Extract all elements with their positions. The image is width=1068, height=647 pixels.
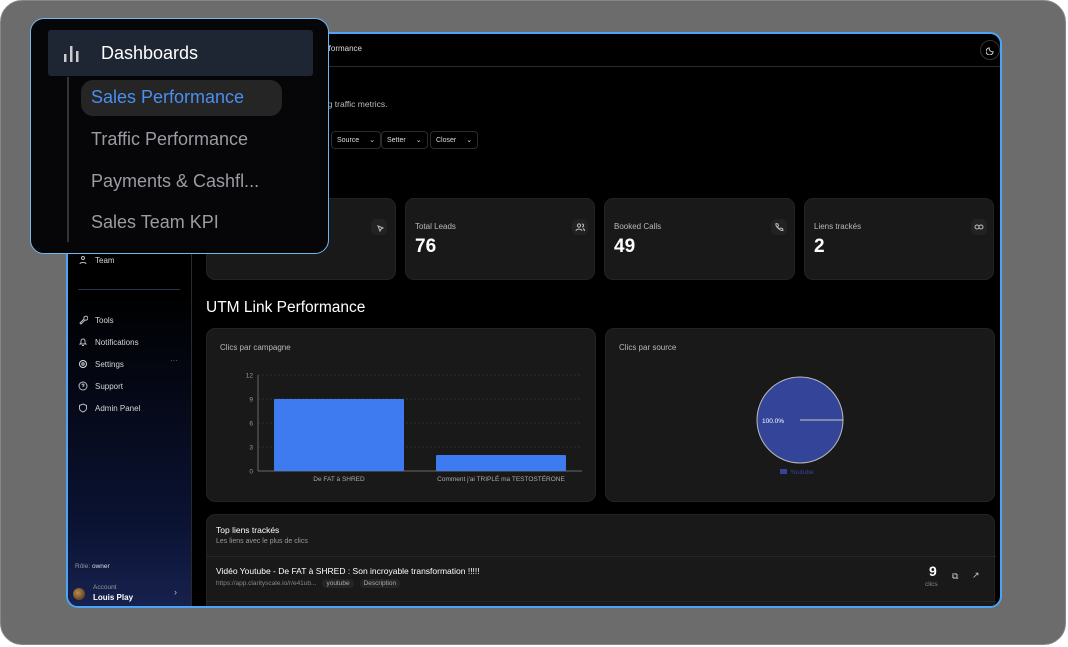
menu-item-traffic-performance[interactable]: Traffic Performance (91, 129, 248, 150)
avatar (73, 588, 85, 600)
y-tick-label: 12 (246, 373, 254, 380)
stat-label: Total Leads (415, 222, 456, 231)
sidebar-item-label: Admin Panel (95, 403, 141, 413)
divider (207, 601, 996, 602)
dashboards-header[interactable]: Dashboards (48, 30, 313, 76)
x-tick-label: De FAT à SHRED (313, 476, 365, 483)
moon-icon (985, 46, 994, 55)
tree-line (67, 77, 69, 242)
stat-card-total-leads: Total Leads 76 (405, 198, 595, 280)
sidebar-item-team[interactable]: Team (78, 255, 115, 265)
sidebar-item-tools[interactable]: Tools (78, 315, 114, 325)
dashboards-popup-menu: Dashboards Sales Performance Traffic Per… (30, 18, 329, 254)
menu-item-payments-cashflow[interactable]: Payments & Cashfl... (91, 171, 259, 192)
filter-source[interactable]: Source ⌄ (331, 131, 382, 149)
sidebar-item-settings[interactable]: Settings (78, 359, 124, 369)
sidebar-item-label: Tools (95, 315, 114, 325)
cursor-click-icon (371, 219, 387, 235)
section-title: UTM Link Performance (206, 299, 366, 316)
link-title: Vidéo Youtube - De FAT à SHRED : Son inc… (216, 566, 480, 576)
users-icon (572, 219, 588, 235)
bar-chart-icon (64, 46, 79, 62)
list-item[interactable]: Vidéo Youtube - De FAT à SHRED : Son inc… (207, 557, 996, 601)
role-label: Rôle: owner (75, 563, 110, 570)
link-icon (971, 219, 987, 235)
chart-card-campagne: Clics par campagne 0 3 6 9 12 De FAT à SHRED C… (206, 328, 596, 502)
bar (436, 455, 566, 471)
top-links-card: Top liens trackés Les liens avec le plus… (206, 514, 996, 606)
y-tick-label: 9 (249, 397, 253, 404)
dashboards-label: Dashboards (101, 43, 199, 63)
top-links-title: Top liens trackés (216, 525, 280, 535)
wrench-icon (79, 315, 88, 325)
stat-label: Liens trackés (814, 222, 862, 231)
role-value: owner (92, 563, 110, 570)
account-label: Account (93, 584, 117, 591)
gear-icon (79, 360, 87, 368)
stat-card-booked-calls: Booked Calls 49 (604, 198, 795, 280)
account-button[interactable]: Account Louis Play › (68, 579, 192, 606)
chevron-down-icon: ⌄ (466, 137, 473, 144)
chevron-down-icon: ⌄ (415, 137, 422, 144)
legend-label: Youtube (790, 469, 814, 476)
copy-icon[interactable]: ⧉ (952, 571, 958, 582)
link-url: https://app.clarityscale.io/r/e41ub... (216, 580, 317, 587)
slice-label: 100.0% (762, 418, 784, 425)
sidebar-item-label: Team (95, 255, 115, 265)
shield-icon (79, 403, 87, 413)
help-icon (78, 381, 88, 391)
stat-card-liens-trackes: Liens trackés 2 (804, 198, 994, 280)
menu-item-label: Sales Performance (91, 87, 245, 107)
stat-label: Booked Calls (614, 222, 662, 231)
chevron-down-icon: ⌄ (369, 137, 376, 144)
sidebar-item-admin-panel[interactable]: Admin Panel (78, 403, 140, 413)
bar (274, 399, 404, 471)
stat-value: 76 (415, 236, 437, 257)
sidebar-item-support[interactable]: Support (78, 381, 123, 391)
settings-more-icon[interactable]: ··· (170, 356, 178, 365)
y-tick-label: 0 (249, 469, 253, 476)
external-link-icon[interactable]: ↗ (972, 570, 980, 581)
tag: youtube (322, 579, 354, 588)
theme-toggle-button[interactable] (980, 40, 1000, 60)
stat-value: 49 (614, 236, 636, 257)
filter-closer[interactable]: Closer ⌄ (430, 131, 479, 149)
sidebar-divider (78, 289, 180, 290)
sidebar-item-notifications[interactable]: Notifications (78, 337, 139, 347)
top-links-subtitle: Les liens avec le plus de clics (216, 538, 308, 545)
bar-chart: 0 3 6 9 12 De FAT à SHRED Comment j'ai TRIPLÉ … (246, 373, 582, 483)
y-tick-label: 6 (249, 421, 253, 428)
stat-value: 2 (814, 236, 825, 257)
x-tick-label: Comment j'ai TRIPLÉ ma TESTOSTÉRONE (437, 474, 565, 483)
team-icon (79, 256, 87, 265)
sidebar-item-label: Settings (95, 359, 124, 369)
filter-setter[interactable]: Setter ⌄ (381, 131, 428, 149)
menu-item-sales-team-kpi[interactable]: Sales Team KPI (91, 212, 219, 233)
phone-icon (771, 219, 787, 235)
sidebar-item-label: Notifications (95, 337, 139, 347)
y-tick-label: 3 (249, 445, 253, 452)
account-name: Louis Play (93, 593, 134, 602)
click-count: 9 (929, 563, 937, 579)
click-count-label: clics (925, 581, 938, 588)
tag: Description (359, 579, 401, 588)
legend-swatch (780, 469, 787, 474)
sidebar-item-label: Support (95, 381, 124, 391)
chevron-right-icon: › (174, 587, 177, 597)
bell-icon (78, 338, 88, 346)
chart-card-source: Clics par source 100.0% Youtube (605, 328, 995, 502)
pie-chart: 100.0% Youtube (756, 376, 844, 476)
